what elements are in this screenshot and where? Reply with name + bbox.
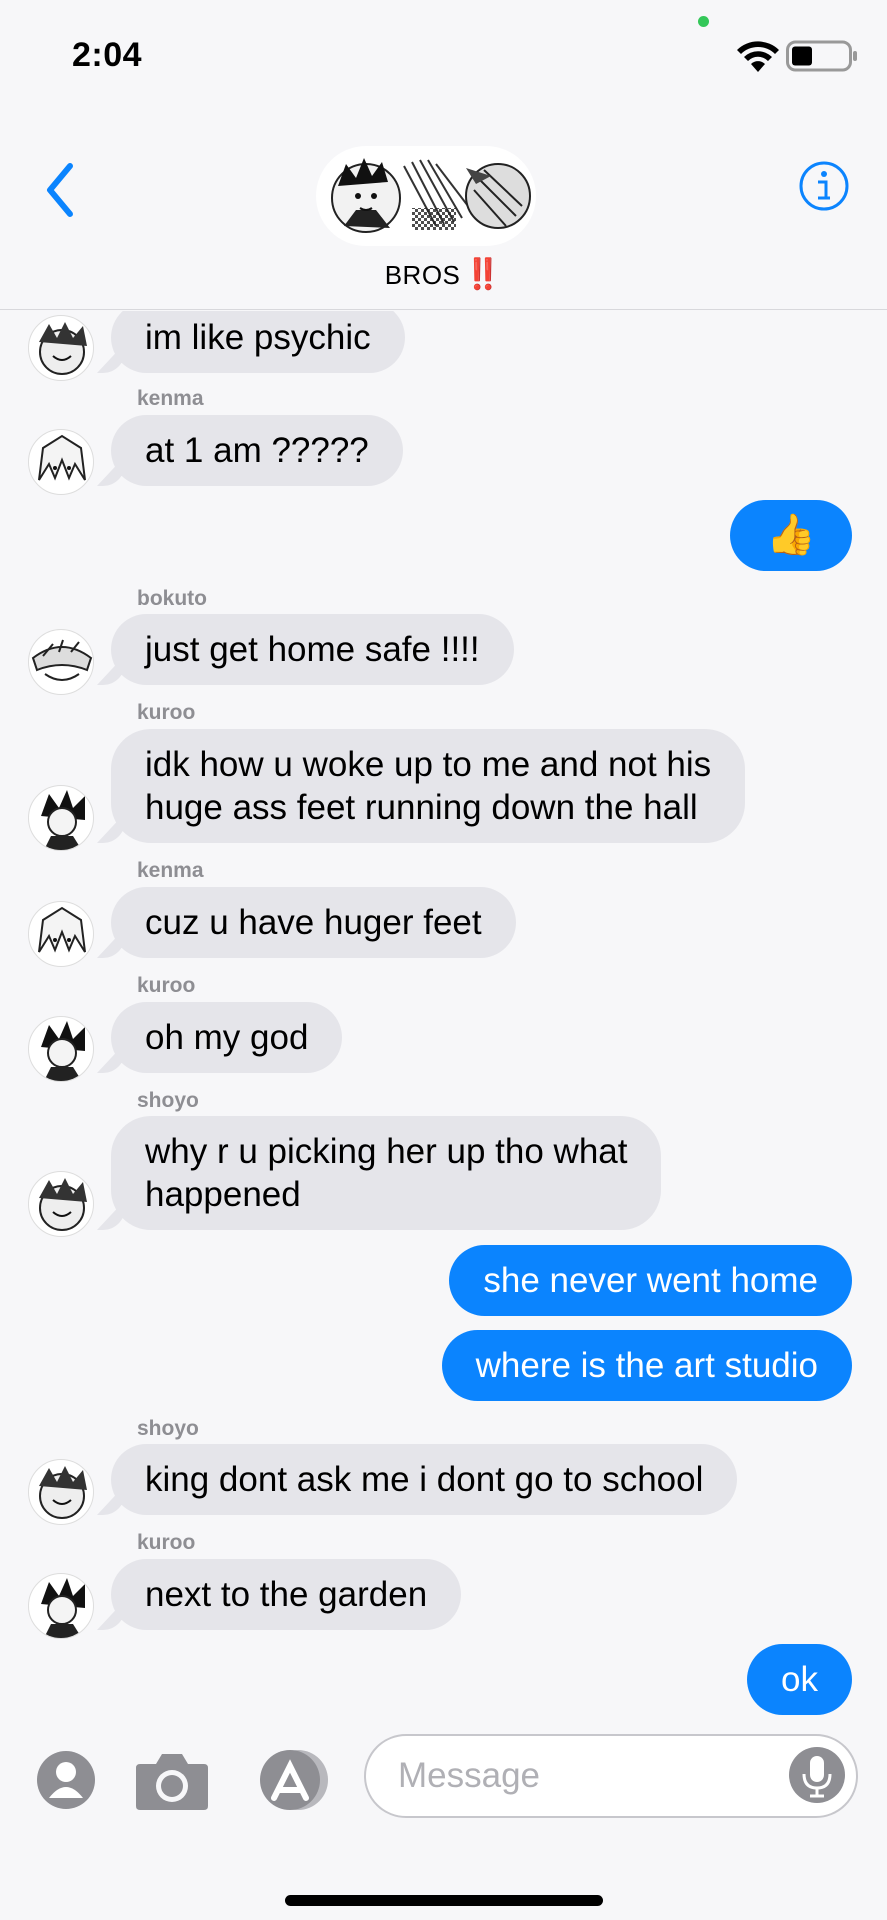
message-text: im like psychic — [145, 318, 371, 357]
message-input[interactable] — [364, 1734, 858, 1818]
sender-name: shoyo — [137, 1089, 199, 1112]
message-text: cuz u have huger feet — [145, 903, 482, 942]
avatar-kenma[interactable] — [28, 901, 94, 967]
message-list[interactable]: im like psychic kenma at 1 am ????? 👍 bo… — [0, 311, 887, 1721]
message-bubble-incoming[interactable]: why r u picking her up tho what happened — [97, 1116, 662, 1230]
avatar-kuroo[interactable] — [28, 1573, 94, 1639]
contacts-icon[interactable] — [36, 1750, 96, 1810]
message-text-line-2: happened — [145, 1175, 301, 1214]
message-bubble-incoming[interactable]: at 1 am ????? — [97, 415, 403, 486]
camera-icon[interactable] — [134, 1748, 210, 1812]
status-time: 2:04 — [72, 36, 143, 74]
sender-name: kenma — [137, 387, 204, 410]
message-bubble-incoming[interactable]: im like psychic — [97, 311, 405, 373]
group-name-text: BROS — [384, 260, 461, 290]
message-bubble-incoming[interactable]: oh my god — [97, 1002, 343, 1073]
sender-name: shoyo — [137, 1417, 199, 1440]
camera-in-use-indicator — [698, 16, 709, 27]
message-bubble-outgoing[interactable]: 👍 — [730, 500, 852, 571]
sender-name: kenma — [137, 859, 204, 882]
avatar-kuroo[interactable] — [28, 785, 94, 851]
microphone-icon[interactable] — [788, 1746, 846, 1804]
info-icon[interactable] — [798, 160, 850, 212]
avatar-kenma[interactable] — [28, 429, 94, 495]
message-bubble-incoming[interactable]: king dont ask me i dont go to school — [97, 1444, 738, 1515]
sender-name: kuroo — [137, 1531, 196, 1554]
avatar-shoyo[interactable] — [28, 1171, 94, 1237]
message-text: she never went home — [483, 1261, 818, 1300]
sender-name: kuroo — [137, 701, 196, 724]
message-bubble-incoming[interactable]: next to the garden — [97, 1559, 462, 1630]
group-name[interactable]: BROS ‼️ — [0, 257, 887, 292]
wifi-icon — [737, 41, 779, 72]
message-bubble-incoming[interactable]: idk how u woke up to me and not his huge… — [97, 729, 746, 843]
app-store-icon[interactable] — [252, 1748, 336, 1812]
group-avatar-art — [318, 148, 534, 244]
message-text: ok — [781, 1660, 818, 1699]
message-text-line-1: why r u picking her up tho what — [145, 1132, 628, 1171]
sender-name: bokuto — [137, 587, 207, 610]
message-text: where is the art studio — [475, 1346, 818, 1385]
avatar-kuroo[interactable] — [28, 1016, 94, 1082]
avatar-shoyo[interactable] — [28, 1459, 94, 1525]
back-chevron-icon[interactable] — [40, 160, 80, 220]
avatar-bokuto[interactable] — [28, 629, 94, 695]
home-indicator[interactable] — [285, 1895, 603, 1906]
group-avatar-cluster[interactable] — [316, 146, 536, 246]
message-bubble-outgoing[interactable]: ok — [747, 1644, 852, 1715]
message-text: at 1 am ????? — [145, 431, 369, 470]
message-text: oh my god — [145, 1018, 309, 1057]
message-text: next to the garden — [145, 1575, 428, 1614]
group-name-emoji: ‼️ — [464, 258, 503, 291]
avatar-shoyo[interactable] — [28, 315, 94, 381]
conversation-header: BROS ‼️ — [0, 110, 887, 310]
message-text: just get home safe !!!! — [145, 630, 480, 669]
sender-name: kuroo — [137, 974, 196, 997]
message-text-line-1: idk how u woke up to me and not his — [145, 745, 712, 784]
status-bar: 2:04 — [0, 0, 887, 110]
message-text: 👍 — [766, 513, 816, 557]
message-bubble-incoming[interactable]: cuz u have huger feet — [97, 887, 516, 958]
compose-bar — [0, 1720, 887, 1920]
message-text: king dont ask me i dont go to school — [145, 1460, 704, 1499]
message-bubble-incoming[interactable]: just get home safe !!!! — [97, 614, 514, 685]
message-text-line-2: huge ass feet running down the hall — [145, 788, 698, 827]
message-bubble-outgoing[interactable]: where is the art studio — [441, 1330, 852, 1401]
battery-icon — [786, 40, 857, 72]
message-bubble-outgoing[interactable]: she never went home — [449, 1245, 852, 1316]
